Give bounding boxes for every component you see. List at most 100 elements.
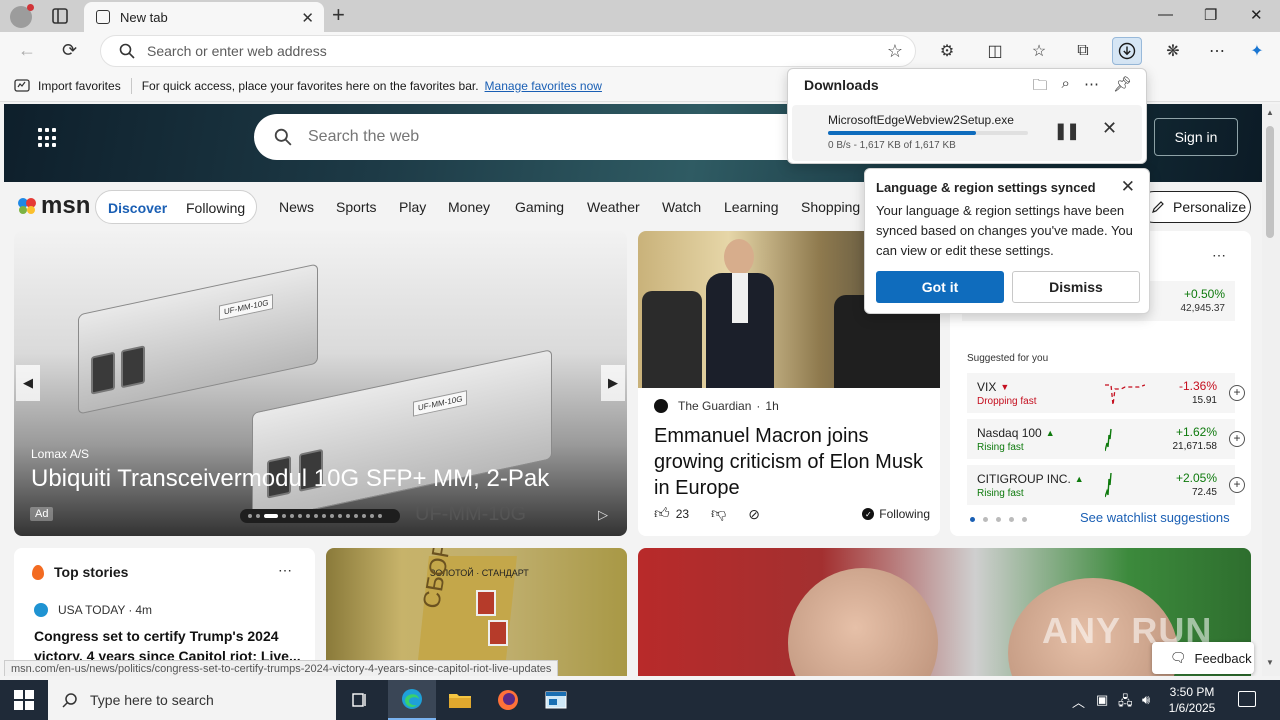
nav-play[interactable]: Play (399, 199, 426, 215)
web-search-box[interactable]: Search the web (254, 114, 814, 160)
scroll-up-icon[interactable]: ▲ (1266, 108, 1274, 117)
like-icon[interactable]: 👍︎ (654, 505, 670, 523)
downloads-icon[interactable] (1112, 37, 1142, 65)
tray-app-icon[interactable]: ▣ (1096, 692, 1108, 708)
refresh-icon[interactable]: ⟳ (62, 40, 77, 61)
pause-icon[interactable]: ❚❚ (1054, 121, 1080, 141)
add-to-watchlist-icon[interactable]: + (1229, 477, 1245, 493)
carousel-dots[interactable] (240, 509, 400, 523)
manage-favorites-link[interactable]: Manage favorites now (485, 79, 602, 93)
apps-launcher-icon[interactable] (38, 128, 58, 148)
tab-actions-icon[interactable] (50, 6, 70, 26)
add-to-watchlist-icon[interactable]: + (1229, 431, 1245, 447)
notifications-icon[interactable] (1238, 691, 1256, 707)
dismiss-button[interactable]: Dismiss (1012, 271, 1140, 303)
collections-icon[interactable]: ⧉ (1072, 40, 1094, 62)
file-explorer-icon[interactable] (436, 680, 484, 720)
market-value: 15.91 (1191, 395, 1217, 406)
tab-new-tab[interactable]: New tab ✕ (84, 2, 324, 32)
windows-taskbar: Type here to search ︿ ▣ 🖧︎ 🔊︎ 3:50 PM 1/… (0, 680, 1280, 720)
import-favorites-button[interactable]: Import favorites (14, 79, 121, 93)
favorite-star-icon[interactable]: ☆ (887, 41, 903, 62)
nav-weather[interactable]: Weather (587, 199, 640, 215)
hero-title[interactable]: Ubiquiti Transceivermodul 10G SFP+ MM, 2… (31, 465, 549, 493)
downloads-search-icon[interactable]: ⌕ (1062, 75, 1070, 100)
market-pct: -1.36% (1178, 379, 1217, 393)
taskbar-search-box[interactable]: Type here to search (48, 680, 336, 720)
nav-learning[interactable]: Learning (724, 199, 779, 215)
scroll-down-icon[interactable]: ▼ (1266, 658, 1274, 667)
hero-next-arrow-icon[interactable]: ▶ (601, 365, 625, 401)
page-scrollbar[interactable]: ▲ ▼ (1262, 104, 1280, 676)
market-sub: Rising fast (977, 488, 1024, 499)
market-row-nasdaq[interactable]: Nasdaq 100 ▲ Rising fast +1.62% 21,671.58… (967, 419, 1245, 459)
watchlist-suggestions-link[interactable]: See watchlist suggestions (1080, 510, 1230, 525)
new-tab-plus-icon[interactable]: + (332, 4, 345, 26)
performance-icon[interactable]: ❋ (1162, 40, 1184, 62)
hide-story-icon[interactable]: ⊘ (748, 506, 760, 523)
profile-avatar-icon[interactable] (10, 4, 34, 28)
address-placeholder: Search or enter web address (147, 43, 327, 59)
firefox-icon[interactable] (484, 680, 532, 720)
minimize-icon[interactable]: — (1158, 6, 1173, 23)
add-to-watchlist-icon[interactable]: + (1229, 385, 1245, 401)
markets-pager[interactable] (970, 517, 1027, 522)
favorites-icon[interactable]: ☆ (1028, 40, 1050, 62)
open-folder-icon[interactable]: 🗀︎ (1033, 75, 1048, 100)
address-bar[interactable]: Search or enter web address ☆ (100, 35, 916, 67)
following-badge[interactable]: ✓ Following (862, 507, 930, 521)
market-row-citigroup[interactable]: CITIGROUP INC. ▲ Rising fast +2.05% 72.45… (967, 465, 1245, 505)
download-progress-bar (828, 131, 1028, 135)
task-view-icon[interactable] (336, 680, 384, 720)
nav-watch[interactable]: Watch (662, 199, 701, 215)
nav-shopping[interactable]: Shopping (801, 199, 860, 215)
pencil-icon (1152, 201, 1164, 213)
windows-start-icon[interactable] (14, 690, 34, 710)
sign-in-button[interactable]: Sign in (1154, 118, 1238, 156)
app-window-icon[interactable] (532, 680, 580, 720)
tab-following[interactable]: Following (186, 200, 245, 216)
language-popup-close-icon[interactable]: ✕ (1121, 177, 1135, 197)
scroll-thumb[interactable] (1266, 126, 1274, 238)
volume-icon[interactable]: 🔊︎ (1142, 692, 1150, 708)
network-icon[interactable]: 🖧︎ (1118, 692, 1133, 714)
edge-taskbar-icon[interactable] (388, 680, 436, 720)
window-close-icon[interactable]: ✕ (1250, 6, 1263, 24)
back-arrow-icon[interactable]: ← (18, 40, 36, 61)
trend-up-icon: ▲ (1045, 428, 1055, 438)
markets-more-icon[interactable]: ⋯ (1212, 247, 1227, 264)
more-menu-icon[interactable]: ⋯ (1206, 40, 1228, 62)
msn-logo[interactable]: msn (16, 192, 90, 220)
tab-discover[interactable]: Discover (108, 200, 167, 216)
nav-news[interactable]: News (279, 199, 314, 215)
extensions-icon[interactable]: ⚙ (936, 40, 958, 62)
nav-sports[interactable]: Sports (336, 199, 376, 215)
check-icon: ✓ (862, 508, 875, 520)
trend-down-icon: ▼ (1000, 382, 1010, 392)
tray-overflow-icon[interactable]: ︿ (1072, 692, 1085, 711)
book-image-card[interactable]: ЗОЛОТОЙ · СТАНДАРТ СБОРНИК (326, 548, 627, 676)
hero-prev-arrow-icon[interactable]: ◀ (16, 365, 40, 401)
download-item[interactable]: MicrosoftEdgeWebview2Setup.exe 0 B/s - 1… (792, 105, 1142, 161)
msn-logo-text: msn (41, 192, 91, 219)
hero-ad-card[interactable]: UF-MM-10G UF-MM-10G ◀ ▶ Lomax A/S Ubiqui… (14, 231, 627, 536)
nav-money[interactable]: Money (448, 199, 490, 215)
split-screen-icon[interactable]: ◫ (984, 40, 1006, 62)
tab-close-icon[interactable]: ✕ (301, 9, 314, 27)
taskbar-clock[interactable]: 3:50 PM 1/6/2025 (1160, 684, 1224, 716)
pin-icon[interactable]: 📌︎ (1113, 75, 1132, 100)
nav-gaming[interactable]: Gaming (515, 199, 564, 215)
news-title[interactable]: Emmanuel Macron joins growing criticism … (654, 423, 930, 501)
cancel-download-icon[interactable]: ✕ (1102, 118, 1117, 139)
flame-icon (32, 564, 44, 580)
got-it-button[interactable]: Got it (876, 271, 1004, 303)
personalize-button[interactable]: Personalize (1138, 191, 1251, 223)
market-row-vix[interactable]: VIX ▼ Dropping fast -1.36% 15.91 + (967, 373, 1245, 413)
feedback-button[interactable]: 🗨︎ Feedback (1152, 642, 1254, 674)
dislike-icon[interactable]: 👎︎ (711, 505, 726, 523)
ad-choices-icon[interactable]: ▷ (598, 507, 608, 523)
downloads-more-icon[interactable]: ⋯ (1084, 75, 1099, 100)
copilot-icon[interactable]: ✦ (1246, 40, 1268, 62)
restore-icon[interactable]: ❐ (1204, 6, 1217, 24)
top-stories-more-icon[interactable]: ⋯ (278, 562, 293, 579)
